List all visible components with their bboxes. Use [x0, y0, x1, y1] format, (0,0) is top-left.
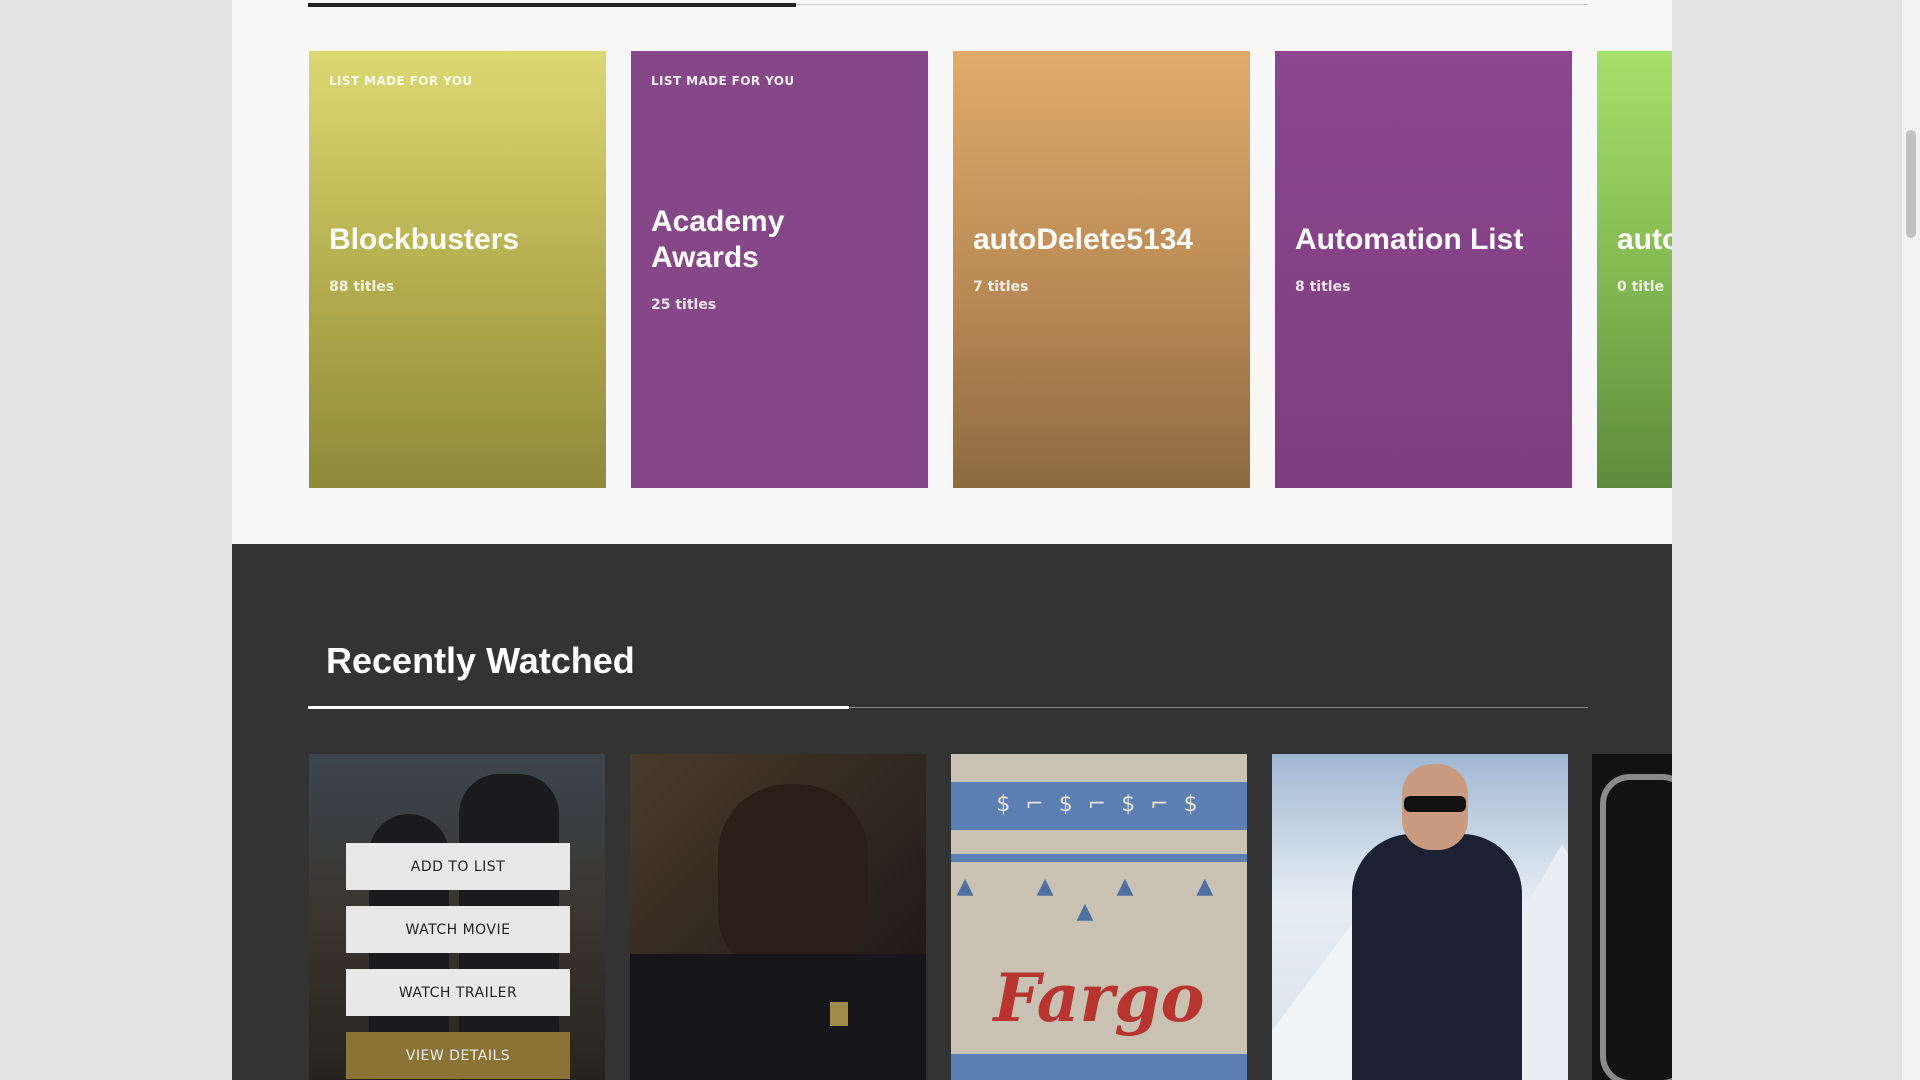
list-card-count: 25 titles [651, 297, 717, 313]
poster-face [718, 784, 868, 974]
poster-uniform [630, 954, 926, 1080]
add-to-list-button[interactable]: ADD TO LIST [346, 843, 570, 890]
list-card-count: 0 title [1617, 279, 1665, 295]
poster-pattern-band [951, 1054, 1247, 1080]
badge-icon [830, 1002, 848, 1026]
poster-card-5[interactable] [1592, 754, 1672, 1080]
poster-card-fargo[interactable]: $ ⌐ $ ⌐ $ ⌐ $ ▲ ▲ ▲ ▲ ▲ Fargo [951, 754, 1247, 1080]
section-title: Recently Watched [326, 640, 635, 681]
scrollbar-thumb[interactable] [1906, 130, 1916, 238]
knot-icon [1600, 774, 1672, 1080]
poster-pattern-band [951, 854, 1247, 862]
list-card-tag: LIST MADE FOR YOU [651, 74, 795, 88]
window-scrollbar[interactable] [1902, 0, 1920, 1080]
list-card-title: Automation List [1295, 223, 1524, 256]
poster-pattern-row: $ ⌐ $ ⌐ $ ⌐ $ [996, 792, 1202, 817]
list-card-count: 88 titles [329, 279, 395, 295]
sunglasses-icon [1404, 796, 1466, 812]
list-card-count: 7 titles [973, 279, 1029, 295]
poster-figure [1352, 834, 1522, 1080]
lists-tab-active-indicator [308, 3, 796, 7]
list-card-count: 8 titles [1295, 279, 1351, 295]
poster-trees-row: ▲ ▲ ▲ ▲ ▲ [956, 874, 1242, 924]
list-card-title: auto [1617, 223, 1672, 256]
poster-card-4[interactable] [1272, 754, 1568, 1080]
section-underline-active [308, 706, 849, 709]
list-card-blockbusters[interactable]: LIST MADE FOR YOU Blockbusters 88 titles [309, 51, 606, 488]
list-card-auto[interactable]: auto 0 title [1597, 51, 1672, 488]
list-card-academy-awards[interactable]: LIST MADE FOR YOU Academy Awards 25 titl… [631, 51, 928, 488]
fargo-logo: Fargo [993, 959, 1205, 1037]
watch-trailer-button[interactable]: WATCH TRAILER [346, 969, 570, 1016]
poster-card-1[interactable]: ADD TO LIST WATCH MOVIE WATCH TRAILER VI… [309, 754, 605, 1080]
list-card-title: Blockbusters [329, 223, 520, 256]
page-content: LIST MADE FOR YOU Blockbusters 88 titles… [232, 0, 1672, 1080]
list-card-title: Academy Awards [651, 205, 785, 274]
list-card-autodelete5134[interactable]: autoDelete5134 7 titles [953, 51, 1250, 488]
poster-card-2[interactable] [630, 754, 926, 1080]
list-card-tag: LIST MADE FOR YOU [329, 74, 473, 88]
view-details-button[interactable]: VIEW DETAILS [346, 1032, 570, 1079]
list-card-title: autoDelete5134 [973, 223, 1194, 256]
watch-movie-button[interactable]: WATCH MOVIE [346, 906, 570, 953]
recently-watched-section: Recently Watched ADD TO LIST WATCH MOVIE… [232, 544, 1672, 1080]
list-card-automation-list[interactable]: Automation List 8 titles [1275, 51, 1572, 488]
lists-section: LIST MADE FOR YOU Blockbusters 88 titles… [232, 0, 1672, 544]
